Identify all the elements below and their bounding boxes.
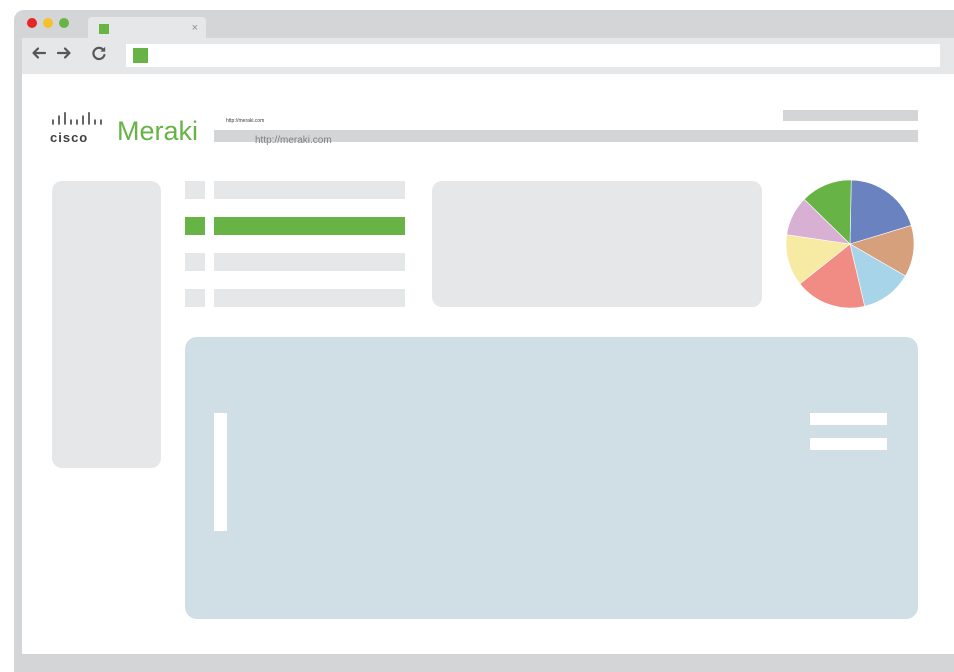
cisco-bars-icon (52, 112, 102, 125)
window-close-button[interactable] (27, 18, 37, 28)
menu-item-icon[interactable] (185, 253, 205, 271)
panel-vertical-bar (214, 413, 227, 531)
panel-line-1 (810, 413, 887, 425)
url-label-small: http://meraki.com (226, 118, 265, 124)
summary-card (432, 181, 762, 307)
logo-meraki-text: Meraki (117, 116, 199, 146)
browser-tab[interactable]: × (88, 17, 206, 39)
browser-toolbar (22, 38, 954, 74)
menu-item-icon[interactable] (185, 289, 205, 307)
menu-item-icon[interactable] (185, 181, 205, 199)
forward-arrow-icon[interactable] (56, 45, 72, 61)
logo-cisco-text: cisco (50, 130, 89, 145)
menu-item-bar-active[interactable] (214, 217, 405, 235)
window-minimize-button[interactable] (43, 18, 53, 28)
main-content-panel (185, 337, 918, 619)
tab-close-icon[interactable]: × (192, 21, 198, 35)
sidebar-card (52, 181, 161, 468)
tab-favicon-icon (99, 24, 109, 34)
menu-item-bar[interactable] (214, 289, 405, 307)
back-arrow-icon[interactable] (31, 45, 47, 61)
panel-line-2 (810, 438, 887, 450)
window-maximize-button[interactable] (59, 18, 69, 28)
address-bar[interactable] (126, 44, 940, 67)
address-favicon-icon (133, 48, 148, 63)
pie-chart (785, 179, 915, 309)
menu-item-bar[interactable] (214, 253, 405, 271)
window-bottom-edge (14, 654, 954, 672)
menu-item-icon-active[interactable] (185, 217, 205, 235)
header-user-bar[interactable] (783, 110, 918, 121)
url-label-large: http://meraki.com (255, 135, 332, 146)
reload-icon[interactable] (91, 45, 107, 61)
menu-item-bar[interactable] (214, 181, 405, 199)
